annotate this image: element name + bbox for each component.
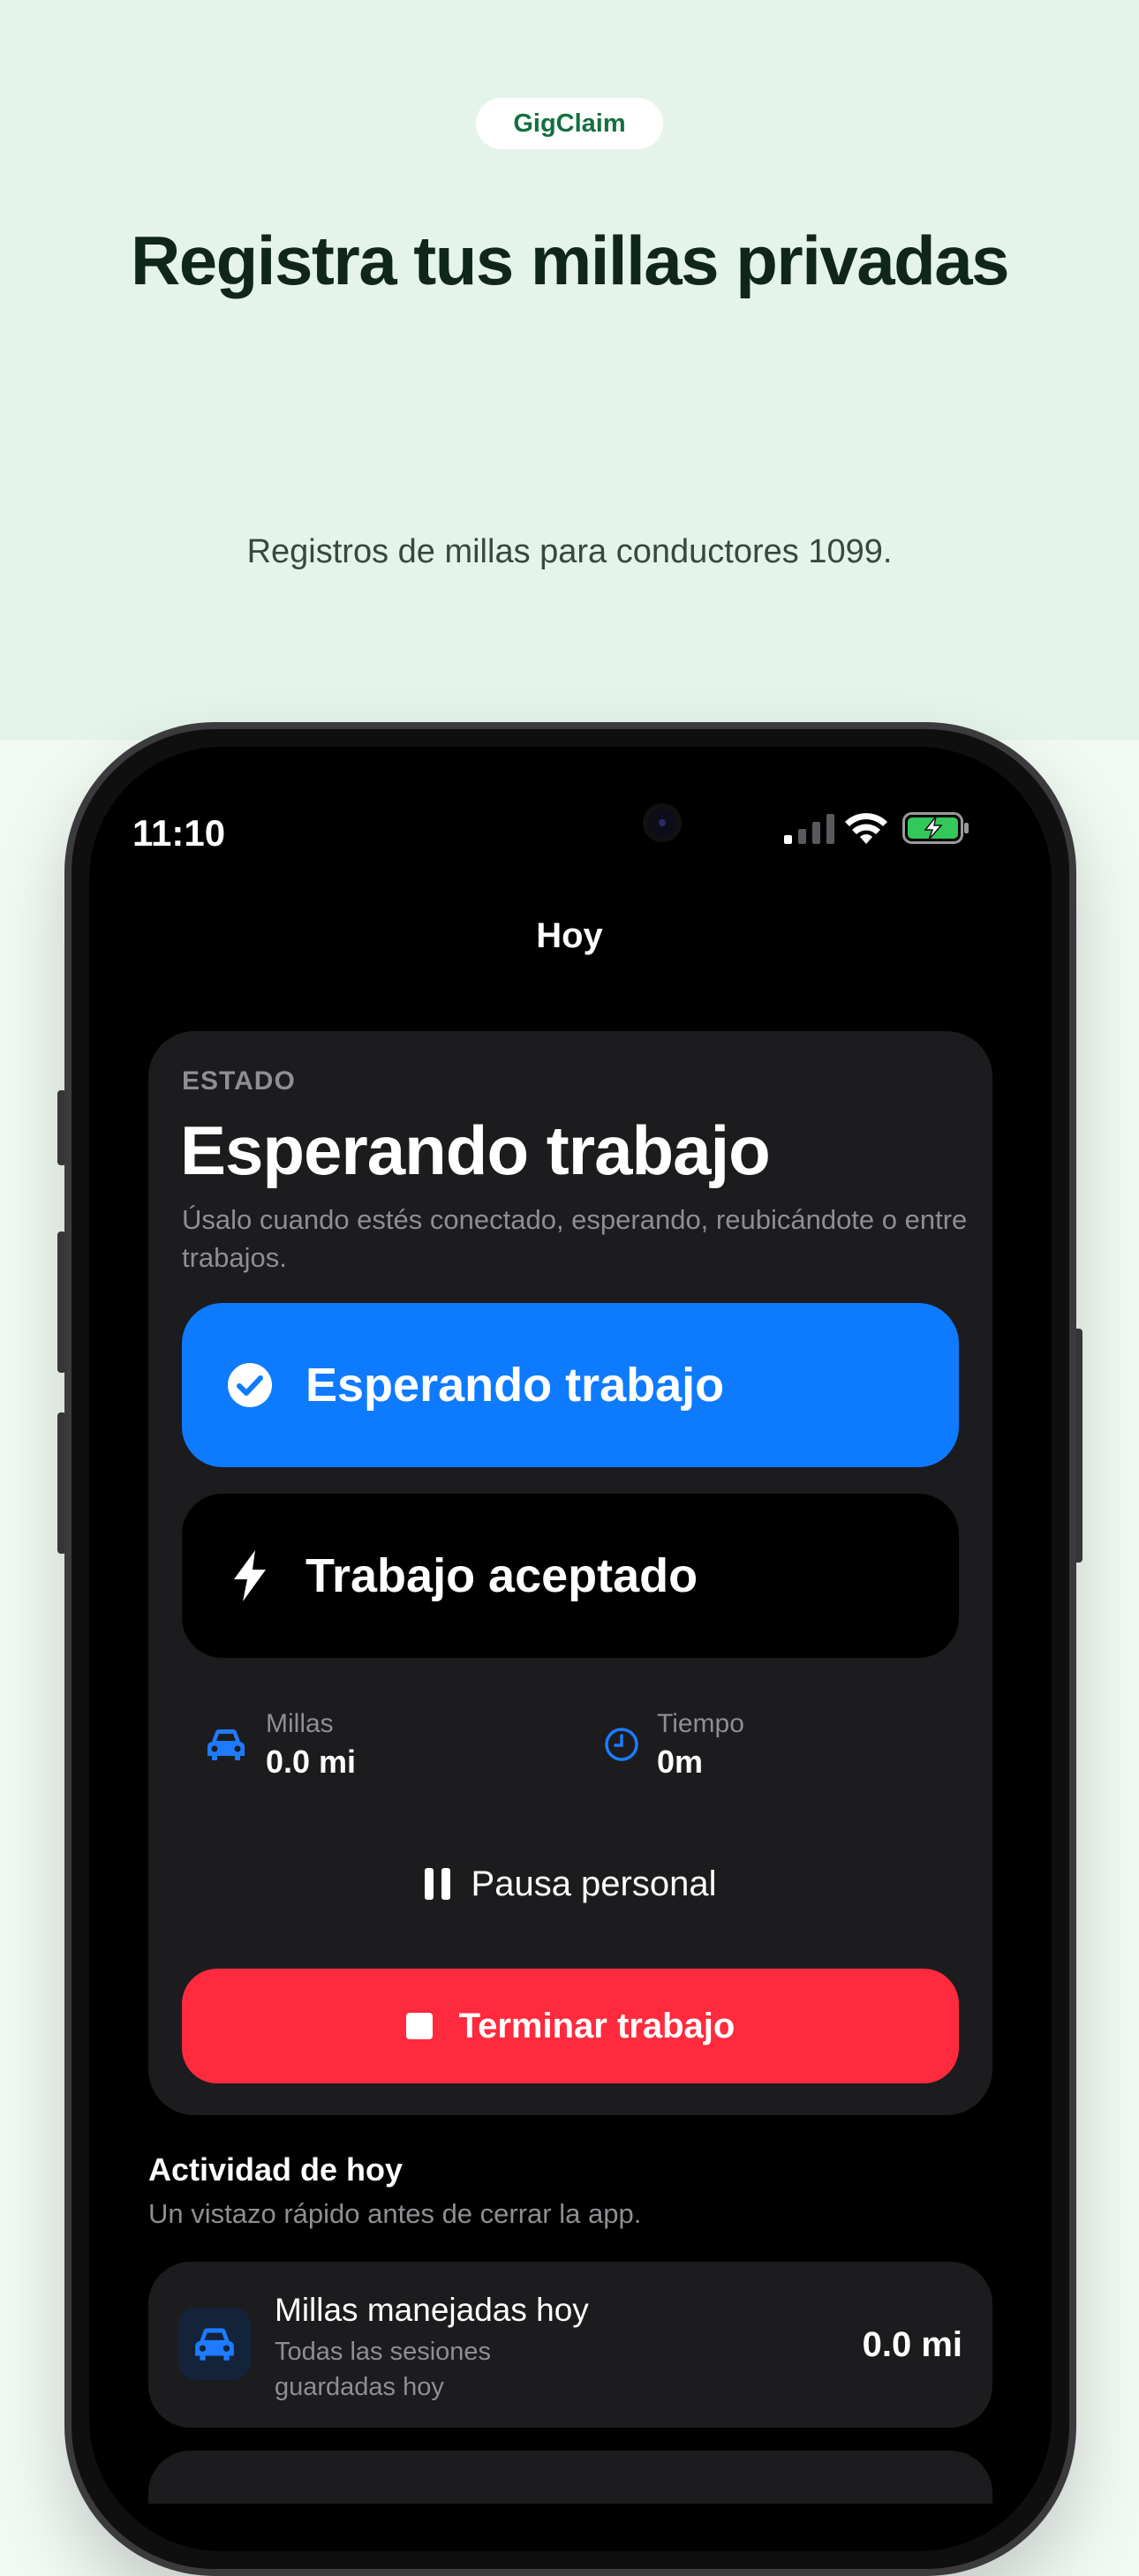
- activity-section-title: Actividad de hoy: [148, 2151, 404, 2188]
- wifi-icon: [845, 813, 887, 844]
- mode-button-accepted[interactable]: Trabajo aceptado: [182, 1494, 959, 1658]
- status-eyebrow: ESTADO: [182, 1066, 296, 1096]
- brand-badge: GigClaim: [476, 98, 663, 149]
- battery-charging-icon: [902, 812, 969, 844]
- activity-section-subtitle: Un vistazo rápido antes de cerrar la app…: [148, 2198, 642, 2229]
- mode-button-waiting[interactable]: Esperando trabajo: [182, 1303, 959, 1467]
- status-description: Úsalo cuando estés conectado, esperando,…: [182, 1204, 968, 1273]
- metric-label-miles: Millas: [266, 1709, 334, 1738]
- hero-headline: Registra tus millas privadas: [130, 222, 1010, 299]
- pause-button-label: Pausa personal: [471, 1864, 717, 1903]
- cellular-signal-icon: [784, 814, 834, 844]
- hero-subline: Registros de millas para conductores 109…: [246, 533, 893, 570]
- car-icon: [195, 2328, 234, 2361]
- end-work-label: Terminar trabajo: [458, 2006, 735, 2045]
- clock-icon: [605, 1728, 638, 1761]
- mode-button-label: Esperando trabajo: [305, 1359, 725, 1412]
- status-time: 11:10: [132, 812, 226, 854]
- metric-label-time: Tiempo: [657, 1709, 744, 1738]
- end-work-button[interactable]: Terminar trabajo: [182, 1969, 959, 2083]
- mode-button-label: Trabajo aceptado: [305, 1549, 698, 1602]
- activity-row-value: 0.0 mi: [862, 2325, 962, 2364]
- pause-icon: [424, 1868, 450, 1900]
- car-icon: [207, 1729, 245, 1760]
- metric-value-miles: 0.0 mi: [266, 1744, 357, 1780]
- personal-pause-button[interactable]: Pausa personal: [182, 1849, 959, 1919]
- screen-title: Hoy: [536, 916, 603, 955]
- checkmark-circle-icon: [223, 1358, 277, 1412]
- front-camera: [643, 803, 682, 842]
- stop-icon: [405, 2013, 433, 2039]
- current-status: Esperando trabajo: [180, 1111, 771, 1189]
- activity-row-icon-tile: [178, 2308, 251, 2380]
- activity-row-subtitle: Todas las sesiones guardadas hoy: [275, 2338, 492, 2401]
- activity-row-next: [148, 2451, 992, 2504]
- bolt-icon: [223, 1548, 277, 1603]
- activity-row-title: Millas manejadas hoy: [275, 2292, 589, 2328]
- metric-value-time: 0m: [657, 1744, 704, 1780]
